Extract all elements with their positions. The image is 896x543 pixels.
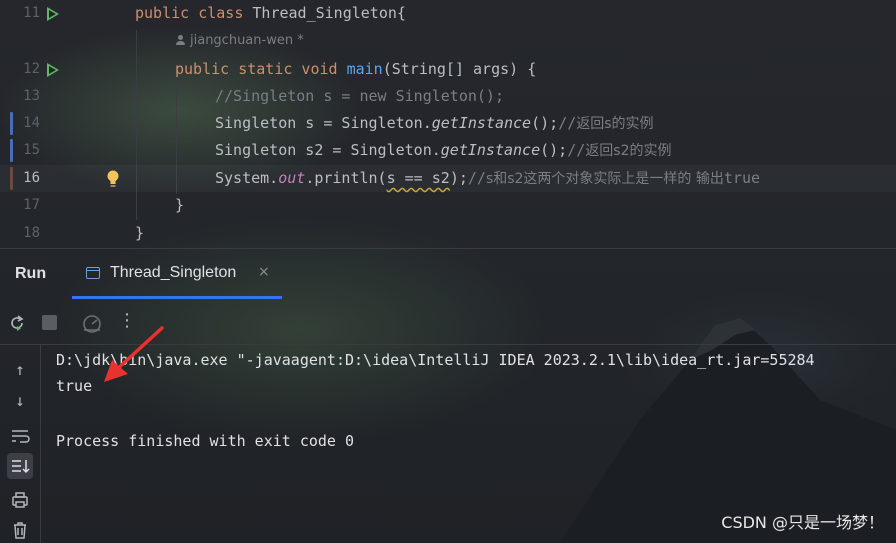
active-tab-indicator [72, 296, 282, 299]
code-line[interactable]: 15 Singleton s2 = Singleton.getInstance()… [0, 137, 896, 164]
code-token: // [558, 114, 577, 132]
code-token: getInstance [440, 141, 541, 159]
author-name: jiangchuan-wen * [190, 33, 304, 48]
code-token: // [467, 169, 486, 187]
line-number[interactable]: 14 [0, 110, 40, 137]
code-token: (String[] args) { [382, 60, 537, 78]
csdn-watermark: CSDN @只是一场梦！ [721, 513, 884, 532]
close-tab-icon[interactable]: × [258, 264, 270, 280]
scroll-up-icon[interactable]: ↑ [7, 357, 33, 383]
code-token: // [567, 141, 586, 159]
author-hint[interactable]: jiangchuan-wen * [176, 33, 304, 48]
more-options-icon[interactable]: ⋮ [118, 310, 136, 331]
code-token: (); [540, 141, 568, 159]
console-window-icon [86, 267, 100, 279]
code-token: } [175, 196, 185, 214]
line-number[interactable]: 18 [0, 220, 40, 247]
code-token: public class [135, 4, 253, 22]
run-panel-header: Run Thread_Singleton × [0, 249, 896, 299]
code-token: Thread_Singleton{ [252, 4, 406, 22]
print-icon[interactable] [7, 487, 33, 513]
code-line[interactable]: 14 Singleton s = Singleton.getInstance();… [0, 110, 896, 137]
code-text[interactable]: //Singleton s = new Singleton(); [215, 83, 504, 110]
soft-wrap-icon[interactable] [7, 423, 33, 449]
code-token: 返回s的实例 [576, 116, 654, 132]
code-token: } [135, 224, 145, 242]
code-line[interactable]: 18} [0, 220, 896, 247]
run-gutter-icon[interactable] [47, 7, 59, 21]
code-token: true [723, 169, 761, 187]
code-token: //Singleton s = new Singleton(); [215, 87, 504, 105]
line-number[interactable]: 11 [0, 0, 40, 27]
line-number[interactable]: 16 [0, 165, 40, 192]
scroll-down-icon[interactable]: ↓ [7, 388, 33, 414]
line-number[interactable]: 17 [0, 192, 40, 219]
code-token: s和s2这两个对象实际上是一样的 输出 [485, 171, 724, 187]
code-token: ); [449, 169, 468, 187]
side-toolbar-divider [40, 345, 41, 543]
code-editor[interactable]: 11 public class Thread_Singleton{ 12 public… [0, 0, 896, 248]
code-line[interactable]: 13 //Singleton s = new Singleton(); [0, 83, 896, 110]
console-line-command: D:\jdk\bin\java.exe "-javaagent:D:\idea\… [56, 351, 815, 369]
console-line-exit: Process finished with exit code 0 [56, 432, 355, 450]
toolbar-divider [0, 344, 896, 345]
dump-threads-icon[interactable] [81, 313, 103, 333]
code-line[interactable]: 12 public static void main(String[] args)… [0, 56, 896, 83]
rerun-icon[interactable] [8, 314, 26, 332]
code-line[interactable]: 17} [0, 192, 896, 219]
code-token: (); [531, 114, 559, 132]
code-token: Singleton s = Singleton. [215, 114, 432, 132]
vcs-change-marker[interactable] [10, 167, 13, 190]
code-line[interactable]: 16 System.out.println(s == s2);//s和s2这两个对… [0, 165, 896, 192]
run-toolbar: ⋮ [0, 300, 896, 344]
code-token: public static void [175, 60, 347, 78]
person-icon [176, 35, 185, 45]
code-line[interactable]: 11 public class Thread_Singleton{ [0, 0, 896, 27]
run-panel-title: Run [15, 265, 47, 282]
code-token: Singleton s2 = Singleton. [215, 141, 441, 159]
scroll-to-end-icon[interactable] [7, 453, 33, 479]
code-text[interactable]: public static void main(String[] args) { [175, 56, 536, 83]
code-text[interactable]: } [175, 192, 184, 219]
code-token: out [278, 169, 306, 187]
line-number[interactable]: 13 [0, 83, 40, 110]
code-text[interactable]: Singleton s = Singleton.getInstance();//… [215, 110, 654, 138]
lightbulb-icon[interactable] [106, 170, 120, 188]
vcs-change-marker[interactable] [10, 112, 13, 135]
console-side-toolbar: ↑ ↓ [0, 345, 40, 543]
code-token: System. [215, 169, 279, 187]
code-token: .println( [305, 169, 387, 187]
code-text[interactable]: public class Thread_Singleton{ [135, 0, 406, 27]
code-token: 返回s2的实例 [585, 143, 672, 159]
line-number[interactable]: 15 [0, 137, 40, 164]
code-token: main [346, 60, 383, 78]
tab-label: Thread_Singleton [110, 264, 237, 281]
console-line-output: true [56, 377, 93, 395]
line-number[interactable]: 12 [0, 56, 40, 83]
trash-icon[interactable] [7, 517, 33, 543]
code-text[interactable]: } [135, 220, 144, 247]
code-text[interactable]: Singleton s2 = Singleton.getInstance();/… [215, 137, 671, 165]
run-gutter-icon[interactable] [47, 63, 59, 77]
tab-thread-singleton[interactable]: Thread_Singleton × [72, 249, 282, 299]
code-token: getInstance [431, 114, 532, 132]
vcs-change-marker[interactable] [10, 139, 13, 162]
code-token: s == s2 [386, 169, 450, 187]
code-text[interactable]: System.out.println(s == s2);//s和s2这两个对象实… [215, 165, 760, 193]
stop-icon[interactable] [42, 315, 57, 330]
